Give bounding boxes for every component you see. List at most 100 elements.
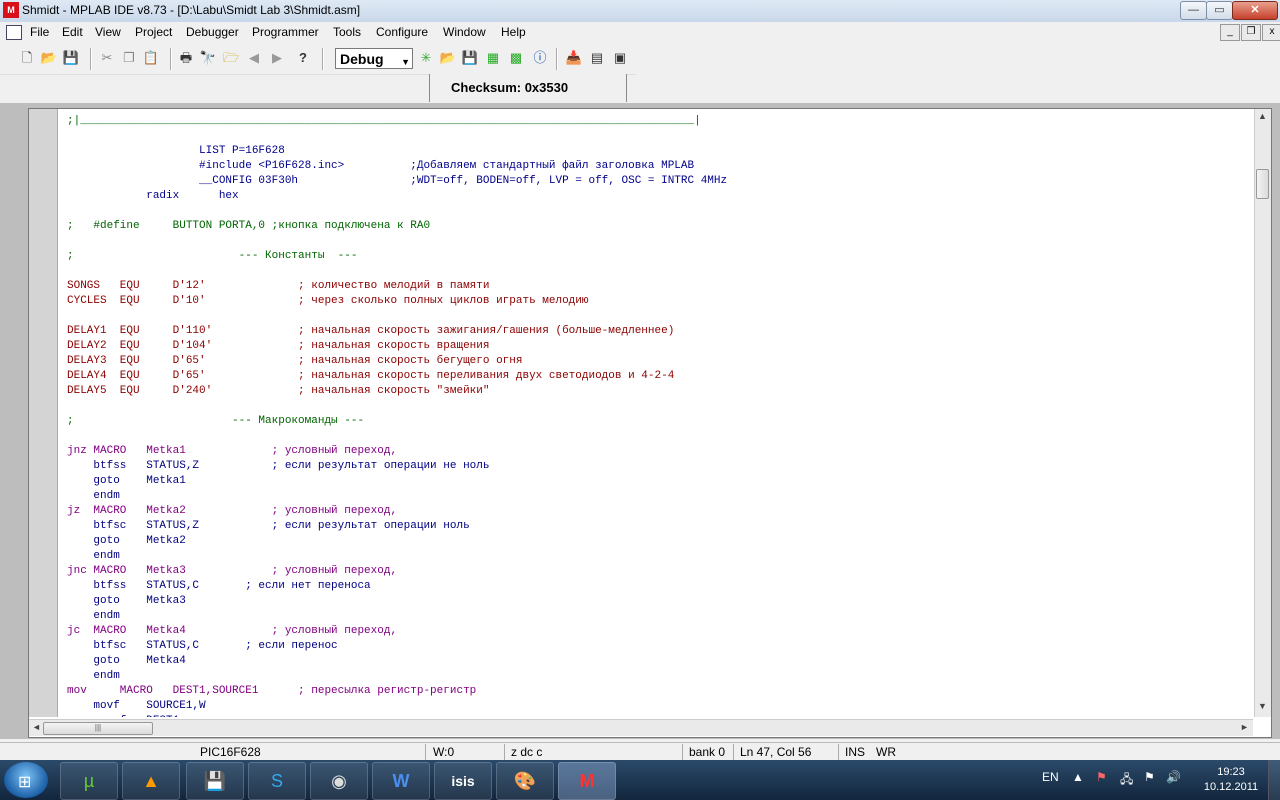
code-line[interactable]: DELAY3 EQU D'65' ; начальная скорость бе… xyxy=(67,354,522,369)
mdi-restore-button[interactable]: ❐ xyxy=(1241,24,1261,41)
open-project-icon[interactable]: 📂 xyxy=(439,49,457,67)
taskbar-vlc-icon[interactable]: ▲ xyxy=(122,762,180,800)
code-line[interactable]: ; --- Макрокоманды --- xyxy=(67,414,364,429)
info-icon[interactable]: ⓘ xyxy=(531,49,549,67)
mdi-minimize-button[interactable]: _ xyxy=(1220,24,1240,41)
code-line[interactable]: SONGS EQU D'12' ; количество мелодий в п… xyxy=(67,279,489,294)
code-line[interactable]: btfsc STATUS,C ; если перенос xyxy=(67,639,337,654)
bookmark-back-icon[interactable]: ◀ xyxy=(245,49,263,67)
vertical-scroll-thumb[interactable] xyxy=(1256,168,1269,199)
bookmark-next-icon[interactable]: ▶ xyxy=(268,49,286,67)
code-line[interactable]: __CONFIG 03F30h ;WDT=off, BODEN=off, LVP… xyxy=(67,174,727,189)
taskbar-save-icon[interactable]: 💾 xyxy=(186,762,244,800)
open-file-icon[interactable]: 📂 xyxy=(40,49,58,67)
menu-project[interactable]: Project xyxy=(135,25,172,39)
code-line[interactable]: btfss STATUS,Z ; если результат операции… xyxy=(67,459,489,474)
taskbar-utorrent-icon[interactable]: µ xyxy=(60,762,118,800)
program-verify-icon[interactable]: ▣ xyxy=(611,49,629,67)
code-area[interactable]: ;|______________________________________… xyxy=(67,109,1253,717)
code-line[interactable]: goto Metka4 xyxy=(67,654,185,669)
find-in-files-icon[interactable]: 🗁 xyxy=(222,49,240,67)
vertical-scrollbar[interactable]: ▲ ▼ xyxy=(1254,109,1271,717)
code-line[interactable]: endm xyxy=(67,549,119,564)
horizontal-scrollbar[interactable]: ◄ ||| ► xyxy=(29,719,1253,736)
document-icon[interactable] xyxy=(6,25,22,40)
code-line[interactable]: #include <P16F628.inc> ;Добавляем станда… xyxy=(67,159,694,174)
code-line[interactable]: jz MACRO Metka2 ; условный переход, xyxy=(67,504,397,519)
menu-configure[interactable]: Configure xyxy=(376,25,428,39)
code-line[interactable]: DELAY2 EQU D'104' ; начальная скорость в… xyxy=(67,339,489,354)
scroll-down-icon[interactable]: ▼ xyxy=(1255,701,1270,711)
paste-icon[interactable]: 📋 xyxy=(142,49,160,67)
menu-debugger[interactable]: Debugger xyxy=(186,25,239,39)
code-line[interactable]: radix hex xyxy=(67,189,238,204)
print-icon[interactable]: 🖶 xyxy=(177,49,195,67)
source-editor-window[interactable]: ;|______________________________________… xyxy=(28,108,1272,738)
menu-edit[interactable]: Edit xyxy=(62,25,83,39)
copy-icon[interactable]: ❐ xyxy=(120,49,138,67)
code-line[interactable]: endm xyxy=(67,669,119,684)
import-icon[interactable]: 📥 xyxy=(565,49,583,67)
build-icon[interactable]: ▦ xyxy=(484,49,502,67)
code-line[interactable]: btfsc STATUS,Z ; если результат операции… xyxy=(67,519,469,534)
menu-view[interactable]: View xyxy=(95,25,121,39)
system-clock[interactable]: 19:23 10.12.2011 xyxy=(1196,765,1266,795)
horizontal-scroll-thumb[interactable]: ||| xyxy=(43,722,153,735)
code-line[interactable]: jnc MACRO Metka3 ; условный переход, xyxy=(67,564,397,579)
help-icon[interactable]: ? xyxy=(294,49,312,67)
dropdown-arrow-icon[interactable]: ▼ xyxy=(401,52,410,73)
find-icon[interactable]: 🔭 xyxy=(199,49,217,67)
minimize-button[interactable]: — xyxy=(1180,1,1207,20)
menu-programmer[interactable]: Programmer xyxy=(252,25,319,39)
new-file-icon[interactable]: 🗋 xyxy=(18,49,36,67)
code-line[interactable]: movf SOURCE1,W xyxy=(67,699,205,714)
tray-network-icon[interactable]: 🖧 xyxy=(1120,770,1133,791)
menu-file[interactable]: File xyxy=(30,25,49,39)
menu-window[interactable]: Window xyxy=(443,25,486,39)
menu-tools[interactable]: Tools xyxy=(333,25,361,39)
cut-icon[interactable]: ✂ xyxy=(98,49,116,67)
scroll-left-icon[interactable]: ◄ xyxy=(29,722,44,732)
tray-flag-icon[interactable]: ⚑ xyxy=(1096,770,1107,784)
code-line[interactable]: LIST P=16F628 xyxy=(67,144,285,159)
start-button[interactable]: ⊞ xyxy=(4,762,48,798)
code-line[interactable]: ; #define BUTTON PORTA,0 ;кнопка подключ… xyxy=(67,219,430,234)
tray-action-center-icon[interactable]: ⚑ xyxy=(1144,770,1155,784)
code-line[interactable]: movwf DEST1 xyxy=(67,714,179,717)
code-line[interactable]: mov MACRO DEST1,SOURCE1 ; пересылка реги… xyxy=(67,684,476,699)
scroll-right-icon[interactable]: ► xyxy=(1237,722,1252,732)
scroll-up-icon[interactable]: ▲ xyxy=(1255,111,1270,121)
taskbar-mplab-icon[interactable]: M xyxy=(558,762,616,800)
code-line[interactable]: jc MACRO Metka4 ; условный переход, xyxy=(67,624,397,639)
taskbar-isis-icon[interactable]: isis xyxy=(434,762,492,800)
menu-help[interactable]: Help xyxy=(501,25,526,39)
program-icon[interactable]: ▤ xyxy=(588,49,606,67)
code-line[interactable]: DELAY4 EQU D'65' ; начальная скорость пе… xyxy=(67,369,674,384)
save-project-icon[interactable]: 💾 xyxy=(461,49,479,67)
editor-gutter[interactable] xyxy=(29,109,58,717)
code-line[interactable]: goto Metka3 xyxy=(67,594,185,609)
make-icon[interactable]: ▩ xyxy=(507,49,525,67)
build-config-select[interactable]: Debug ▼ xyxy=(335,48,413,69)
code-line[interactable]: ;|______________________________________… xyxy=(67,114,701,129)
mplab-app-icon[interactable]: M xyxy=(3,2,19,18)
maximize-button[interactable]: ▭ xyxy=(1206,1,1233,20)
code-line[interactable]: DELAY1 EQU D'110' ; начальная скорость з… xyxy=(67,324,674,339)
taskbar-chrome-icon[interactable]: ◉ xyxy=(310,762,368,800)
code-line[interactable]: goto Metka2 xyxy=(67,534,185,549)
code-line[interactable]: goto Metka1 xyxy=(67,474,185,489)
language-indicator[interactable]: EN xyxy=(1042,770,1059,784)
tray-expand-icon[interactable]: ▲ xyxy=(1072,770,1084,784)
taskbar-skype-icon[interactable]: S xyxy=(248,762,306,800)
new-project-icon[interactable]: ✳ xyxy=(417,49,435,67)
taskbar-word-icon[interactable]: W xyxy=(372,762,430,800)
code-line[interactable]: endm xyxy=(67,489,119,504)
taskbar-paint-icon[interactable]: 🎨 xyxy=(496,762,554,800)
code-line[interactable]: ; --- Константы --- xyxy=(67,249,357,264)
code-line[interactable]: btfss STATUS,C ; если нет переноса xyxy=(67,579,370,594)
code-line[interactable]: endm xyxy=(67,609,119,624)
code-line[interactable]: CYCLES EQU D'10' ; через сколько полных … xyxy=(67,294,589,309)
mdi-close-button[interactable]: x xyxy=(1262,24,1280,41)
tray-volume-icon[interactable]: 🔊 xyxy=(1166,770,1181,784)
code-line[interactable]: jnz MACRO Metka1 ; условный переход, xyxy=(67,444,397,459)
